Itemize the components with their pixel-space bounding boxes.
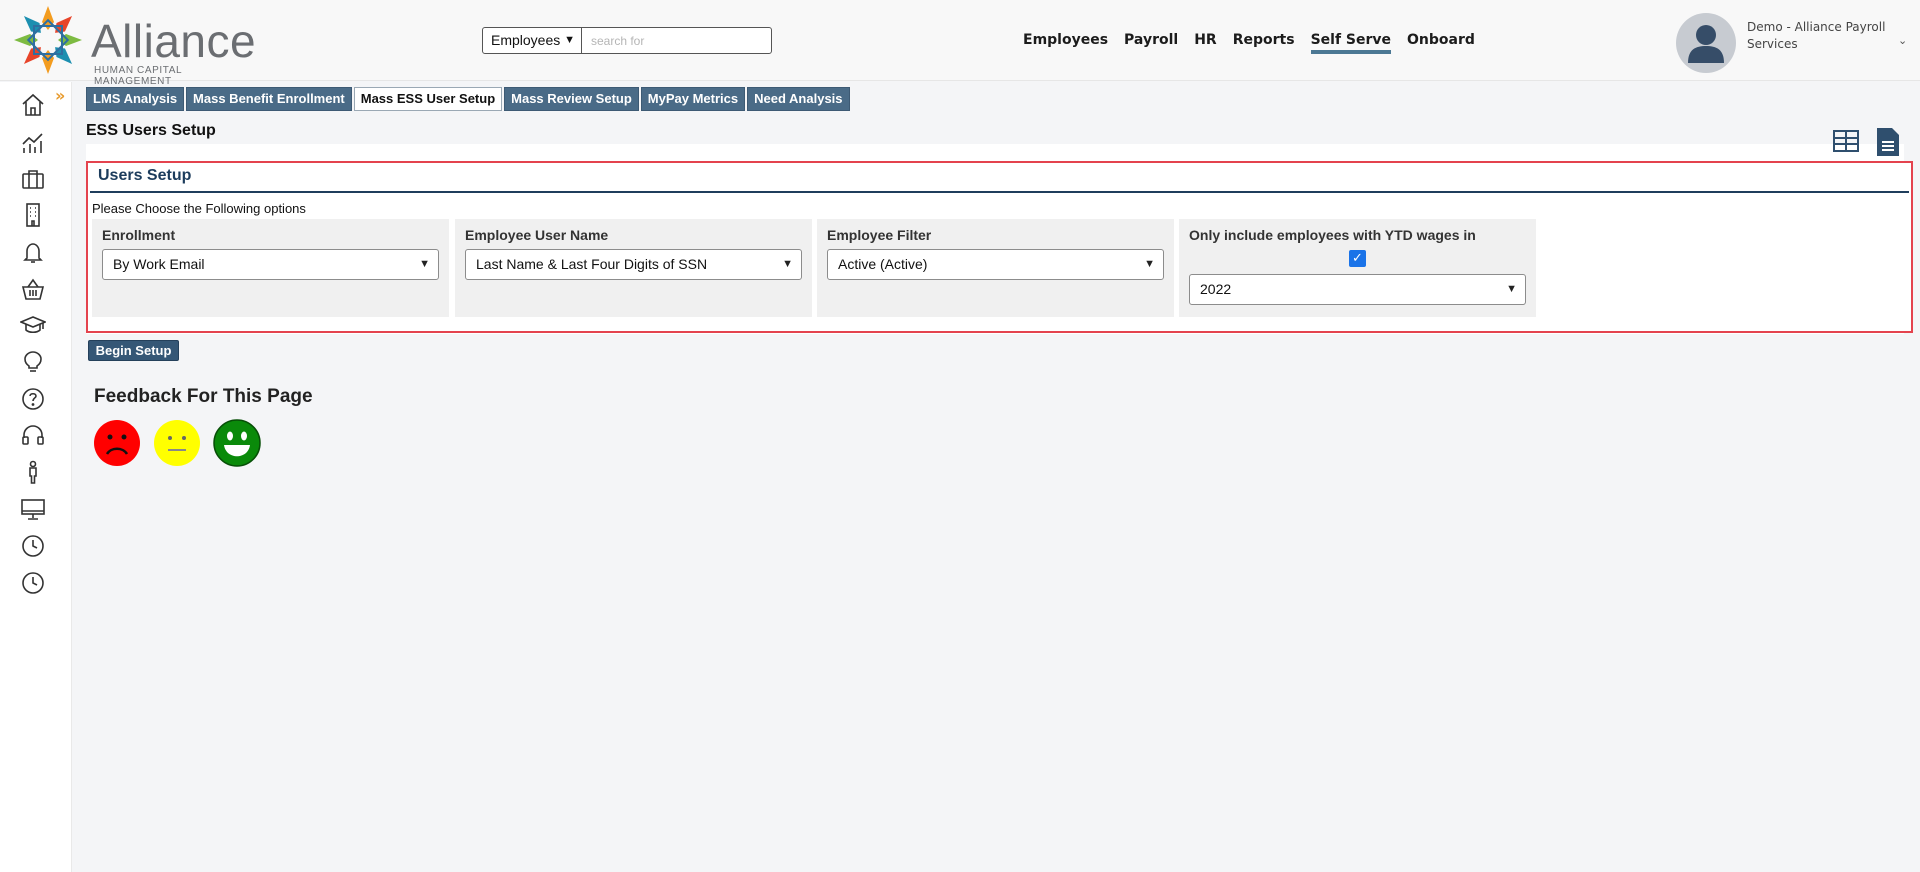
basket-icon[interactable] xyxy=(20,276,46,302)
tab-mypay-metrics[interactable]: MyPay Metrics xyxy=(640,87,746,111)
nav-reports[interactable]: Reports xyxy=(1233,30,1295,54)
tab-mass-benefit-enrollment[interactable]: Mass Benefit Enrollment xyxy=(186,87,352,111)
lightbulb-icon[interactable] xyxy=(20,349,46,375)
document-icon[interactable] xyxy=(1876,127,1900,157)
chevron-down-icon: ▼ xyxy=(564,34,575,46)
graduation-cap-icon[interactable] xyxy=(20,312,46,338)
top-header: Alliance HUMAN CAPITAL MANAGEMENT Employ… xyxy=(0,0,1920,87)
panel-hint: Please Choose the Following options xyxy=(92,201,306,216)
nav-self-serve[interactable]: Self Serve xyxy=(1310,30,1392,54)
happy-face-icon[interactable] xyxy=(213,419,261,467)
left-sidebar xyxy=(0,82,72,872)
chevron-down-icon: ▼ xyxy=(782,258,793,270)
employee-user-name-field: Employee User Name Last Name & Last Four… xyxy=(455,219,812,317)
ytd-year-value: 2022 xyxy=(1200,281,1232,297)
avatar[interactable] xyxy=(1676,13,1736,73)
alliance-logo[interactable]: Alliance HUMAN CAPITAL MANAGEMENT xyxy=(8,2,258,87)
tab-mass-review-setup[interactable]: Mass Review Setup xyxy=(504,87,639,111)
employee-user-name-label: Employee User Name xyxy=(465,227,609,243)
nav-onboard[interactable]: Onboard xyxy=(1407,30,1475,54)
search-scope-value: Employees xyxy=(491,32,561,48)
logo-subtitle: HUMAN CAPITAL MANAGEMENT xyxy=(94,65,182,87)
person-icon[interactable] xyxy=(20,459,46,485)
building-icon[interactable] xyxy=(20,202,46,228)
enrollment-select[interactable]: By Work Email ▼ xyxy=(102,249,439,280)
neutral-face-icon[interactable] xyxy=(153,419,201,467)
bell-icon[interactable] xyxy=(20,239,46,265)
alliance-logo-mark-icon xyxy=(14,6,82,74)
enrollment-value: By Work Email xyxy=(113,256,205,272)
employee-filter-value: Active (Active) xyxy=(838,256,928,272)
nav-payroll[interactable]: Payroll xyxy=(1124,30,1178,54)
briefcase-icon[interactable] xyxy=(20,166,46,192)
main-navigation: Employees Payroll HR Reports Self Serve … xyxy=(1023,30,1491,54)
panel-title: Users Setup xyxy=(98,167,192,184)
chevron-down-icon: ▼ xyxy=(419,258,430,270)
ytd-wages-field: Only include employees with YTD wages in… xyxy=(1179,219,1536,317)
enrollment-label: Enrollment xyxy=(102,227,176,243)
history-icon[interactable] xyxy=(20,570,46,596)
nav-hr[interactable]: HR xyxy=(1194,30,1217,54)
ytd-wages-label: Only include employees with YTD wages in xyxy=(1189,227,1476,243)
enrollment-field: Enrollment By Work Email ▼ xyxy=(92,219,449,317)
employee-filter-label: Employee Filter xyxy=(827,227,932,243)
users-setup-panel: Users Setup Please Choose the Following … xyxy=(86,161,1913,333)
home-icon[interactable] xyxy=(20,92,46,118)
begin-setup-button[interactable]: Begin Setup xyxy=(88,340,179,361)
ytd-wages-checkbox[interactable]: ✓ xyxy=(1349,250,1366,267)
tab-need-analysis[interactable]: Need Analysis xyxy=(747,87,850,111)
headset-icon[interactable] xyxy=(20,422,46,448)
sidebar-expand-icon[interactable]: » xyxy=(55,86,65,105)
module-tabs: LMS Analysis Mass Benefit Enrollment Mas… xyxy=(86,87,852,111)
search-input[interactable] xyxy=(581,27,772,54)
page-title: ESS Users Setup xyxy=(86,122,216,139)
table-view-icon[interactable] xyxy=(1833,130,1859,152)
sad-face-icon[interactable] xyxy=(93,419,141,467)
nav-employees[interactable]: Employees xyxy=(1023,30,1108,54)
employee-user-name-select[interactable]: Last Name & Last Four Digits of SSN ▼ xyxy=(465,249,802,280)
logo-wordmark: Alliance xyxy=(91,15,257,67)
tab-lms-analysis[interactable]: LMS Analysis xyxy=(86,87,185,111)
user-menu-chevron-icon[interactable]: ⌄ xyxy=(1898,34,1907,47)
ytd-year-select[interactable]: 2022 ▼ xyxy=(1189,274,1526,305)
chevron-down-icon: ▼ xyxy=(1144,258,1155,270)
employee-user-name-value: Last Name & Last Four Digits of SSN xyxy=(476,256,708,272)
analytics-icon[interactable] xyxy=(20,129,46,155)
tab-mass-ess-user-setup[interactable]: Mass ESS User Setup xyxy=(353,87,503,111)
chevron-down-icon: ▼ xyxy=(1506,283,1517,295)
help-icon[interactable] xyxy=(20,386,46,412)
user-name[interactable]: Demo - Alliance Payroll Services xyxy=(1747,19,1897,53)
clock-icon[interactable] xyxy=(20,533,46,559)
user-avatar-icon xyxy=(1688,25,1724,63)
employee-filter-field: Employee Filter Active (Active) ▼ xyxy=(817,219,1174,317)
search-scope-select[interactable]: Employees ▼ xyxy=(482,27,582,54)
employee-filter-select[interactable]: Active (Active) ▼ xyxy=(827,249,1164,280)
panel-divider xyxy=(90,191,1909,193)
feedback-title: Feedback For This Page xyxy=(94,386,313,407)
monitor-icon[interactable] xyxy=(20,496,46,522)
